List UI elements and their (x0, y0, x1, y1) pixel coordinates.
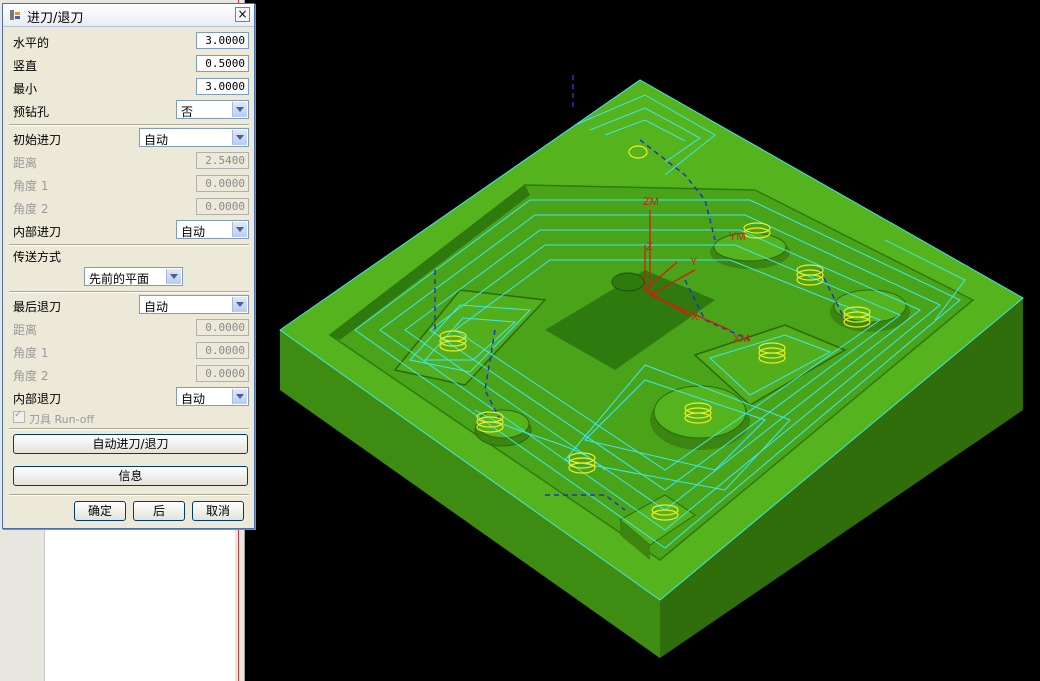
runoff-row: 刀具 Run-off (11, 408, 249, 428)
internal-engage-label: 内部进刀 (13, 225, 62, 239)
transfer-value: 先前的平面 (89, 272, 150, 286)
min-row: 最小 3.0000 (11, 77, 249, 97)
internal-engage-row: 内部进刀 自动 (11, 220, 249, 240)
initial-engage-row: 初始进刀 自动 (11, 128, 249, 148)
dialog-title: 进刀/退刀 (27, 11, 84, 26)
chevron-down-icon[interactable] (166, 269, 181, 284)
navigator-list (44, 530, 235, 681)
initial-engage-label: 初始进刀 (13, 133, 62, 147)
cancel-button[interactable]: 取消 (192, 501, 244, 521)
part-model: ZM XM YM Z X Y (279, 75, 1024, 658)
axis-label-ym: YM (729, 231, 746, 243)
init-angle1-input: 0.0000 (196, 175, 249, 192)
divider (9, 291, 249, 293)
transfer-label: 传送方式 (13, 250, 62, 264)
graphics-viewport[interactable]: ZM XM YM Z X Y (245, 0, 1040, 681)
horizontal-label: 水平的 (13, 36, 50, 50)
internal-retract-row: 内部退刀 自动 (11, 387, 249, 407)
init-angle2-row: 角度 2 0.0000 (11, 197, 249, 217)
final-angle1-input: 0.0000 (196, 342, 249, 359)
internal-retract-label: 内部退刀 (13, 392, 62, 406)
vertical-label: 竖直 (13, 59, 38, 73)
final-angle2-label: 角度 2 (13, 369, 49, 383)
predrill-value: 否 (181, 105, 194, 119)
vertical-row: 竖直 0.5000 (11, 54, 249, 74)
info-button[interactable]: 信息 (13, 466, 248, 486)
close-button[interactable]: × (235, 7, 250, 22)
ok-button[interactable]: 确定 (74, 501, 126, 521)
final-distance-label: 距离 (13, 323, 38, 337)
predrill-row: 预钻孔 否 (11, 100, 249, 120)
init-angle1-row: 角度 1 0.0000 (11, 174, 249, 194)
divider (9, 428, 249, 430)
final-retract-select[interactable]: 自动 (139, 295, 249, 314)
axis-label-x: X (691, 311, 699, 323)
internal-retract-value: 自动 (181, 392, 206, 406)
init-distance-input: 2.5400 (196, 152, 249, 169)
final-angle2-input: 0.0000 (196, 365, 249, 382)
final-angle1-row: 角度 1 0.0000 (11, 341, 249, 361)
initial-engage-value: 自动 (144, 133, 169, 147)
final-distance-row: 距离 0.0000 (11, 318, 249, 338)
init-distance-row: 距离 2.5400 (11, 151, 249, 171)
chevron-down-icon[interactable] (232, 102, 247, 117)
chevron-down-icon[interactable] (232, 222, 247, 237)
init-angle2-input: 0.0000 (196, 198, 249, 215)
vertical-input[interactable]: 0.5000 (196, 55, 249, 72)
engage-retract-dialog: 进刀/退刀 × 水平的 3.0000 竖直 0.5000 最小 3.0000 预… (2, 3, 255, 529)
final-distance-input: 0.0000 (196, 319, 249, 336)
final-retract-label: 最后退刀 (13, 300, 62, 314)
initial-engage-select[interactable]: 自动 (139, 128, 249, 147)
divider (9, 494, 249, 496)
internal-engage-select[interactable]: 自动 (176, 220, 249, 239)
axis-label-zm: ZM (643, 196, 659, 208)
horizontal-row: 水平的 3.0000 (11, 31, 249, 51)
final-retract-value: 自动 (144, 300, 169, 314)
internal-engage-value: 自动 (181, 225, 206, 239)
axis-label-y: Y (690, 256, 698, 268)
min-input[interactable]: 3.0000 (196, 78, 249, 95)
predrill-label: 预钻孔 (13, 105, 50, 119)
divider (9, 124, 249, 126)
final-angle2-row: 角度 2 0.0000 (11, 364, 249, 384)
dialog-titlebar[interactable]: 进刀/退刀 × (3, 4, 254, 27)
axis-label-xm: XM (733, 333, 750, 345)
init-angle2-label: 角度 2 (13, 202, 49, 216)
final-angle1-label: 角度 1 (13, 346, 49, 360)
final-retract-row: 最后退刀 自动 (11, 295, 249, 315)
transfer-row: 传送方式 (11, 245, 249, 265)
transfer-select[interactable]: 先前的平面 (84, 267, 183, 286)
chevron-down-icon[interactable] (232, 130, 247, 145)
runoff-label: 刀具 Run-off (29, 413, 95, 426)
horizontal-input[interactable]: 3.0000 (196, 32, 249, 49)
init-distance-label: 距离 (13, 156, 38, 170)
auto-engage-retract-button[interactable]: 自动进刀/退刀 (13, 434, 248, 454)
min-label: 最小 (13, 82, 38, 96)
axis-label-z: Z (646, 241, 653, 253)
back-button[interactable]: 后 (133, 501, 185, 521)
chevron-down-icon[interactable] (232, 389, 247, 404)
tool-icon (10, 10, 20, 20)
init-angle1-label: 角度 1 (13, 179, 49, 193)
predrill-select[interactable]: 否 (176, 100, 249, 119)
chevron-down-icon[interactable] (232, 297, 247, 312)
internal-retract-select[interactable]: 自动 (176, 387, 249, 406)
runoff-checkbox (13, 409, 25, 423)
